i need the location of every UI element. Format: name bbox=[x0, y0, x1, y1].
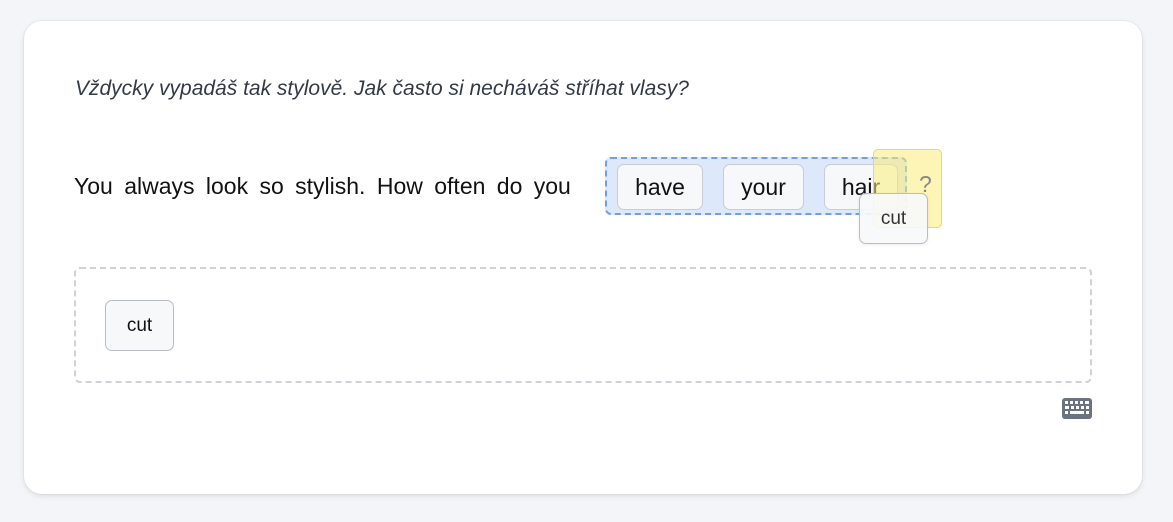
word-bank[interactable] bbox=[74, 267, 1092, 383]
source-sentence: Vždycky vypadáš tak stylově. Jak často s… bbox=[75, 77, 689, 100]
placed-word-chip[interactable]: have bbox=[617, 164, 703, 210]
word-bank-chip[interactable]: cut bbox=[105, 300, 174, 351]
sentence-prefix: You always look so stylish. How often do… bbox=[74, 173, 571, 199]
placed-word-chip[interactable]: your bbox=[723, 164, 804, 210]
keyboard-icon-graphic bbox=[1062, 398, 1092, 419]
dragging-word-chip[interactable]: cut bbox=[859, 193, 928, 244]
keyboard-icon[interactable] bbox=[1062, 398, 1092, 419]
exercise-card: Vždycky vypadáš tak stylově. Jak často s… bbox=[24, 21, 1142, 494]
